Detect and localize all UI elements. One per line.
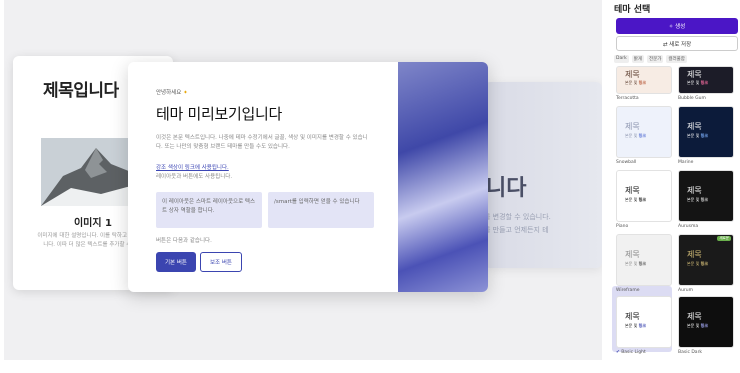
tile-title: 제목 — [625, 186, 640, 195]
tile-link: 링크 — [700, 80, 708, 85]
tile-subtext: 본문 및 링크 — [625, 323, 646, 328]
tile-title: 제목 — [687, 122, 702, 131]
filter-chip[interactable]: Dark — [614, 55, 629, 63]
save-new-button[interactable]: ⇄ 새로 저장 — [616, 36, 738, 51]
tile-subtext: 본문 및 링크 — [687, 197, 708, 202]
theme-tile[interactable]: 제목본문 및 링크 새로운 — [678, 234, 734, 286]
theme-sidebar: 테마 선택 ✧ 생성 ⇄ 새로 저장 Dark 밝게 전문가 컬러풀함 제목 본문… — [608, 0, 740, 373]
tile-link: 링크 — [638, 323, 646, 328]
tile-link: 링크 — [700, 197, 708, 202]
generate-button[interactable]: ✧ 생성 — [616, 18, 738, 34]
tile-title: 제목 — [687, 186, 702, 195]
theme-tile[interactable]: 제목본문 및 링크 — [616, 296, 672, 348]
theme-name: Terracotta — [616, 96, 639, 101]
theme-tile[interactable]: 제목본문 및 링크 — [678, 170, 734, 222]
tile-subtext: 본문 및 링크 — [625, 197, 646, 202]
theme-name: Snowball — [616, 160, 637, 165]
accent-link[interactable]: 강조 색상이 링크에 사용됩니다. — [156, 163, 229, 171]
theme-name: Bubble Gum — [678, 96, 706, 101]
preview-card-main: 안녕하세요 ✦ 테마 미리보기입니다 이것은 본문 텍스트입니다. 나중에 테마… — [128, 62, 488, 292]
tile-link: 링크 — [638, 197, 646, 202]
theme-name: Marine — [678, 160, 694, 165]
theme-name: Piano — [616, 224, 629, 229]
body-text: 이것은 본문 텍스트입니다. 나중에 테마 수정기에서 글꼴, 색상 및 이미지… — [156, 135, 368, 150]
smart-layout-box: 이 레이아웃은 스마트 레이아웃으로 텍스트 상자 역할을 합니다. — [156, 192, 262, 228]
magic-wand-icon: ✧ — [668, 24, 674, 30]
tile-subtext: 본문 및 링크 — [687, 80, 708, 85]
tile-title: 제목 — [687, 312, 702, 321]
tile-subtext: 본문 및 링크 — [687, 261, 708, 266]
theme-tile[interactable]: 제목본문 및 링크 — [616, 106, 672, 158]
sparkle-icon: ✦ — [183, 90, 188, 96]
theme-tile[interactable]: 제목본문 및 링크 — [678, 106, 734, 158]
tile-link: 링크 — [638, 80, 646, 85]
tile-link: 링크 — [700, 323, 708, 328]
tile-title: 제목 — [625, 70, 640, 79]
theme-tile[interactable]: 제목본문 및 링크 — [678, 296, 734, 348]
theme-name: Basic Dark — [678, 350, 703, 355]
theme-tile[interactable]: 제목 본문 및 링크 — [678, 66, 734, 94]
card-text-line: 를 만들고 언제든지 테 — [484, 226, 549, 234]
checkmark-icon: ✔ — [616, 350, 622, 355]
tile-title: 제목 — [687, 250, 702, 259]
tile-title: 제목 — [625, 312, 640, 321]
theme-filters: Dark 밝게 전문가 컬러풀함 — [614, 55, 687, 63]
sidebar-title: 테마 선택 — [614, 5, 651, 15]
theme-name: Aurusma — [678, 224, 699, 229]
card-text-line: 를 변경할 수 있습니다. — [484, 213, 551, 221]
theme-tile[interactable]: 제목 본문 및 링크 — [616, 66, 672, 94]
filter-chip[interactable]: 밝게 — [631, 55, 644, 63]
theme-preview-area: 제목입니다 이미지 1 이미지에 대한 설명입니다. 이를 탁하고 수정할 수 … — [4, 0, 602, 360]
greeting: 안녕하세요 ✦ — [156, 90, 188, 96]
card-title-fragment: 니다 — [486, 176, 527, 201]
new-badge: 새로운 — [717, 236, 731, 241]
tile-subtext: 본문 및 링크 — [687, 133, 708, 138]
filter-chip[interactable]: 컬러풀함 — [666, 55, 687, 63]
tile-link: 링크 — [638, 261, 646, 266]
smart-layout-box: /smart를 입력하면 얻을 수 있습니다 — [268, 192, 374, 228]
tile-subtext: 본문 및 링크 — [625, 80, 646, 85]
tile-title: 제목 — [687, 70, 702, 79]
tile-link: 링크 — [638, 133, 646, 138]
body-subtext: 레이아웃과 버튼에도 사용됩니다. — [156, 174, 233, 180]
theme-name: Wireframe — [616, 288, 640, 293]
page-title: 테마 미리보기입니다 — [156, 105, 282, 123]
shuffle-icon: ⇄ — [662, 41, 668, 48]
tile-subtext: 본문 및 링크 — [625, 261, 646, 266]
buttons-label: 버튼은 다음과 같습니다. — [156, 238, 212, 244]
theme-name: ✔ Basic Light — [616, 350, 646, 355]
preview-card-back-right: 니다 를 변경할 수 있습니다. 를 만들고 언제든지 테 — [484, 82, 602, 268]
tile-subtext: 본문 및 링크 — [687, 323, 708, 328]
theme-tile[interactable]: 제목본문 및 링크 — [616, 170, 672, 222]
accent-gradient-panel — [398, 62, 488, 292]
theme-tile[interactable]: 제목본문 및 링크 — [616, 234, 672, 286]
theme-name: Aurum — [678, 288, 694, 293]
filter-chip[interactable]: 전문가 — [646, 55, 664, 63]
tile-link: 링크 — [700, 133, 708, 138]
secondary-button[interactable]: 보조 버튼 — [200, 252, 242, 272]
tile-title: 제목 — [625, 122, 640, 131]
tile-title: 제목 — [625, 250, 640, 259]
card-title: 제목입니다 — [43, 81, 119, 101]
tile-link: 링크 — [700, 261, 708, 266]
primary-button[interactable]: 기본 버튼 — [156, 252, 196, 272]
tile-subtext: 본문 및 링크 — [625, 133, 646, 138]
